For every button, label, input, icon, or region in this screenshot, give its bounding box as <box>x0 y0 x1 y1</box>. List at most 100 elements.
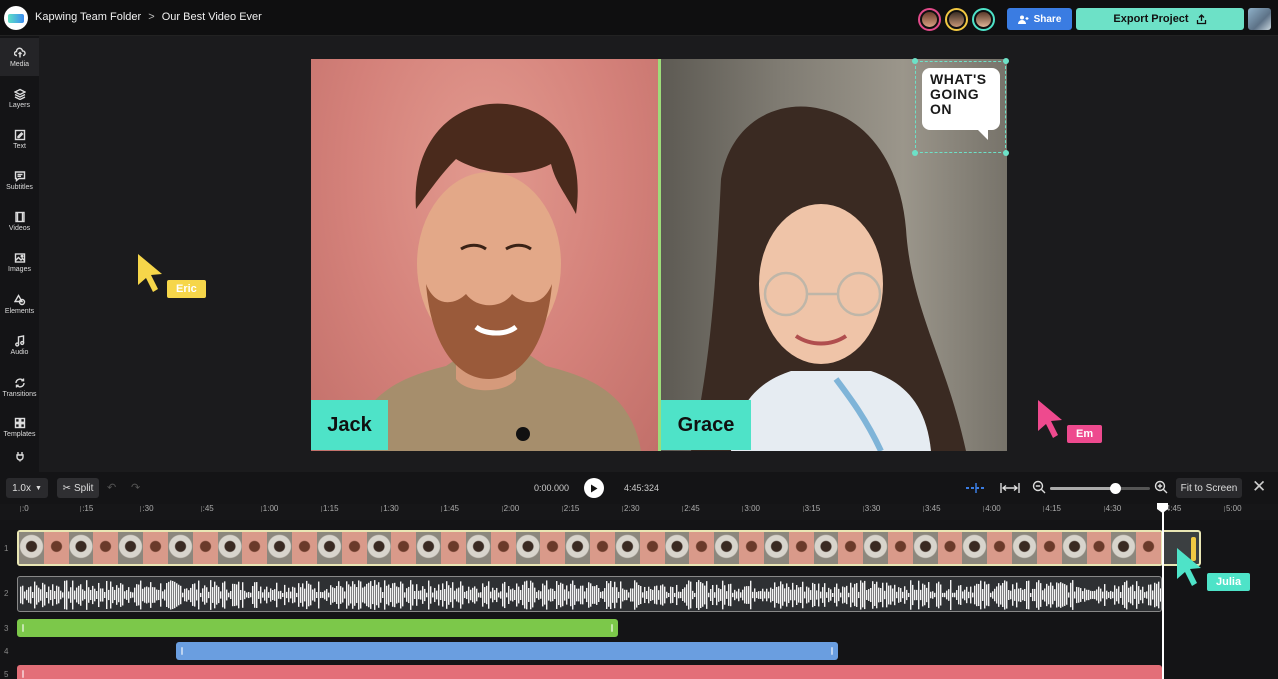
cursor-arrow-icon <box>1038 400 1062 438</box>
clip-trim-handle[interactable] <box>181 647 183 655</box>
resize-handle[interactable] <box>912 150 918 156</box>
playhead[interactable] <box>1162 504 1164 679</box>
waveform-bar <box>1114 585 1116 605</box>
resize-handle[interactable] <box>1003 58 1009 64</box>
kapwing-logo[interactable] <box>4 6 28 30</box>
waveform-bar <box>566 585 568 605</box>
waveform-bar <box>486 585 488 605</box>
waveform-bar <box>68 591 70 599</box>
breadcrumb-folder[interactable]: Kapwing Team Folder <box>35 11 141 23</box>
sidebar-item-templates[interactable]: Templates <box>0 408 39 446</box>
redo-icon[interactable]: ↷ <box>131 481 140 494</box>
waveform-bar <box>198 580 200 610</box>
waveform-bar <box>134 587 136 603</box>
sidebar-item-media[interactable]: Media <box>0 38 39 76</box>
resize-handle[interactable] <box>912 58 918 64</box>
fit-width-icon[interactable] <box>999 482 1021 494</box>
sidebar-item-text[interactable]: Text <box>0 120 39 158</box>
waveform-bar <box>230 590 232 600</box>
timeline-ruler[interactable]: :0:15:30:45 1:00 1:15 1:30 1:45 2:00 2:15 2:30 2… <box>0 504 1278 520</box>
waveform-bar <box>116 585 118 605</box>
waveform-bar <box>256 582 258 608</box>
sidebar-item-plugins[interactable] <box>0 446 39 468</box>
waveform-bar <box>816 590 818 600</box>
playback-speed-select[interactable]: 1.0x ▼ <box>6 478 48 498</box>
video-clip-track[interactable] <box>17 530 1163 566</box>
waveform-bar <box>612 587 614 603</box>
waveform-bar <box>38 587 40 603</box>
waveform-bar <box>1004 580 1006 610</box>
waveform-bar <box>442 583 444 607</box>
fit-to-screen-button[interactable]: Fit to Screen <box>1176 478 1242 498</box>
video-preview[interactable]: Jack Grace <box>311 59 1007 451</box>
clip-trim-handle[interactable] <box>611 624 613 632</box>
zoom-slider-knob[interactable] <box>1110 483 1121 494</box>
sidebar-item-elements[interactable]: Elements <box>0 285 39 323</box>
speech-bubble-sticker[interactable]: WHAT'S GOING ON <box>912 58 1009 156</box>
audio-waveform-track[interactable] <box>17 576 1162 612</box>
waveform-bar <box>640 585 642 605</box>
resize-handle[interactable] <box>1003 150 1009 156</box>
sidebar-item-images[interactable]: Images <box>0 243 39 281</box>
waveform-bar <box>644 586 646 604</box>
sidebar-item-subtitles[interactable]: Subtitles <box>0 161 39 199</box>
waveform-bar <box>282 592 284 598</box>
videos-icon <box>14 211 25 222</box>
breadcrumb-separator: > <box>148 11 155 23</box>
clip-trim-handle[interactable] <box>22 670 24 678</box>
waveform-bar <box>734 589 736 601</box>
overlay-clip-red[interactable] <box>17 665 1162 679</box>
waveform-bar <box>534 587 536 603</box>
waveform-bar <box>646 590 648 600</box>
clip-thumbnail <box>167 532 193 564</box>
waveform-bar <box>260 586 262 604</box>
current-time: 0:00.000 <box>534 483 570 493</box>
sidebar-item-videos[interactable]: Videos <box>0 202 39 240</box>
name-tag-grace[interactable]: Grace <box>661 400 751 450</box>
collaborator-avatar[interactable] <box>972 8 995 31</box>
sidebar-item-audio[interactable]: Audio <box>0 326 39 364</box>
export-project-button[interactable]: Export Project <box>1076 8 1244 30</box>
waveform-bar <box>938 581 940 609</box>
waveform-bar <box>1108 592 1110 598</box>
waveform-bar <box>636 582 638 608</box>
sidebar-item-transitions[interactable]: Transitions <box>0 368 39 406</box>
waveform-bar <box>312 589 314 601</box>
breadcrumb-project[interactable]: Our Best Video Ever <box>162 11 262 23</box>
waveform-bar <box>690 581 692 609</box>
clip-thumbnail <box>639 532 665 564</box>
overlay-clip-blue[interactable] <box>176 642 838 660</box>
user-avatar[interactable] <box>1248 8 1271 30</box>
waveform-bar <box>62 592 64 598</box>
waveform-bar <box>446 581 448 609</box>
play-button[interactable] <box>584 478 604 498</box>
waveform-bar <box>1008 590 1010 600</box>
close-icon[interactable]: ✕ <box>1252 477 1266 497</box>
waveform-bar <box>1006 581 1008 609</box>
collaborator-avatar[interactable] <box>918 8 941 31</box>
zoom-out-icon[interactable] <box>1032 480 1046 494</box>
waveform-bar <box>146 586 148 604</box>
clip-thumbnail <box>93 532 119 564</box>
zoom-slider[interactable] <box>1050 483 1150 494</box>
undo-icon[interactable]: ↶ <box>107 481 116 494</box>
zoom-slider-fill <box>1050 487 1115 490</box>
share-button[interactable]: Share <box>1007 8 1072 30</box>
waveform-bar <box>558 584 560 606</box>
sidebar-item-layers[interactable]: Layers <box>0 79 39 117</box>
waveform-bar <box>1148 584 1150 606</box>
split-track-icon[interactable] <box>965 482 987 494</box>
split-button[interactable]: ✂ Split <box>57 478 99 498</box>
clip-thumbnail <box>689 532 715 564</box>
waveform-bar <box>264 589 266 601</box>
waveform-bar <box>862 582 864 608</box>
waveform-bar <box>234 583 236 607</box>
waveform-bar <box>406 588 408 602</box>
zoom-in-icon[interactable] <box>1154 480 1168 494</box>
clip-trim-handle[interactable] <box>831 647 833 655</box>
collaborator-avatar[interactable] <box>945 8 968 31</box>
clip-trim-handle[interactable] <box>22 624 24 632</box>
waveform-bar <box>238 581 240 609</box>
name-tag-jack[interactable]: Jack <box>311 400 388 450</box>
overlay-clip-green[interactable] <box>17 619 618 637</box>
